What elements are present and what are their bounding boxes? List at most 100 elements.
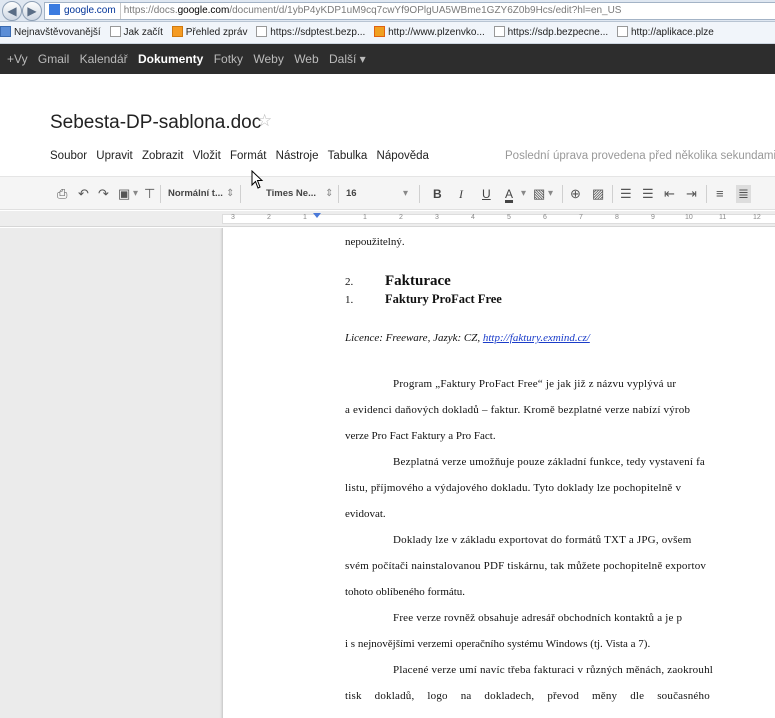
align-left-icon[interactable]: ≡ (716, 185, 724, 203)
menu-bar: Soubor Upravit Zobrazit Vložit Formát Ná… (47, 150, 432, 162)
licence-link[interactable]: http://faktury.exmind.cz/ (483, 332, 590, 344)
text-line: Placené verze umí navíc třeba fakturaci … (393, 664, 714, 676)
docs-favicon-icon (49, 4, 60, 15)
browser-address-bar: ◀ ▶ google.com https://docs.google.com/do… (0, 0, 775, 22)
plzen-icon (374, 26, 386, 37)
document-page[interactable]: nepoužitelný. 2. Fakturace 1. Faktury ProF… (222, 228, 775, 718)
document-canvas: nepoužitelný. 2. Fakturace 1. Faktury ProF… (0, 228, 775, 718)
increase-indent-icon[interactable]: ⇥ (686, 185, 697, 203)
favorite-item[interactable]: https://sdptest.bezp... (256, 22, 365, 43)
text-line: Doklady lze v základu exportovat do form… (393, 534, 692, 546)
italic-button[interactable]: I (459, 185, 463, 203)
chevron-down-icon[interactable]: ▾ (548, 185, 553, 203)
ruler-number: 1 (303, 214, 307, 221)
chevron-down-icon[interactable]: ⇕ (325, 185, 333, 203)
toolbar-divider (706, 185, 707, 203)
link-icon[interactable]: ⊕ (570, 185, 581, 203)
favorite-item[interactable]: Jak začít (109, 22, 163, 43)
gbar-calendar[interactable]: Kalendář (80, 44, 128, 74)
ruler-number: 8 (615, 214, 619, 221)
ruler-number: 10 (685, 214, 693, 221)
text-line: i s nejnovějšími verzemi operačního syst… (345, 638, 651, 650)
align-justify-icon[interactable]: ≣ (736, 185, 751, 203)
text-line: evidovat. (345, 508, 386, 520)
gbar-plus-you[interactable]: +Vy (7, 44, 28, 74)
document-title[interactable]: Sebesta-DP-sablona.doc (50, 112, 261, 134)
gbar-gmail[interactable]: Gmail (38, 44, 69, 74)
image-icon[interactable]: ▨ (592, 185, 604, 203)
underline-button[interactable]: U (482, 185, 491, 203)
toolbar-divider (240, 185, 241, 203)
back-arrow-icon[interactable]: ◀ (2, 1, 22, 21)
url-field[interactable]: google.com https://docs.google.com/docume… (44, 2, 775, 20)
ruler-number: 2 (399, 214, 403, 221)
favorites-bar: Nejnavštěvovanější Jak začít Přehled zpr… (0, 22, 775, 44)
undo-icon[interactable]: ↶ (78, 185, 89, 203)
menu-insert[interactable]: Vložit (190, 150, 224, 162)
licence-line: Licence: Freeware, Jazyk: CZ, http://fak… (345, 332, 590, 344)
ruler: 3 2 1 1 2 3 4 5 6 7 8 9 10 11 12 (0, 211, 775, 227)
bold-button[interactable]: B (433, 185, 442, 203)
menu-file[interactable]: Soubor (47, 150, 90, 162)
ruler-number: 11 (719, 214, 727, 221)
chevron-down-icon[interactable]: ▾ (133, 185, 138, 203)
url-prefix: https://docs. (123, 5, 178, 16)
menu-edit[interactable]: Upravit (93, 150, 135, 162)
gbar-web[interactable]: Web (294, 44, 318, 74)
menu-table[interactable]: Tabulka (325, 150, 371, 162)
style-select[interactable]: Normální t... (168, 185, 223, 203)
print-icon[interactable]: ⎙ (57, 185, 67, 203)
numbered-list-icon[interactable]: ☰ (620, 185, 632, 203)
menu-format[interactable]: Formát (227, 150, 269, 162)
rss-icon (171, 26, 183, 37)
font-select[interactable]: Times Ne... (266, 185, 316, 203)
ruler-number: 1 (363, 214, 367, 221)
gbar-photos[interactable]: Fotky (214, 44, 243, 74)
menu-tools[interactable]: Nástroje (273, 150, 322, 162)
ruler-number: 3 (231, 214, 235, 221)
favorite-item[interactable]: https://sdp.bezpecne... (493, 22, 608, 43)
forward-arrow-icon[interactable]: ▶ (22, 1, 42, 21)
last-edit-status[interactable]: Poslední úprava provedena před několika … (505, 150, 775, 162)
page-icon (493, 26, 505, 37)
favorite-item[interactable]: http://aplikace.plze (616, 22, 714, 43)
ruler-number: 7 (579, 214, 583, 221)
chevron-down-icon[interactable]: ▾ (403, 185, 408, 203)
text-line: Bezplatná verze umožňuje pouze základní … (393, 456, 706, 468)
text-line: nepoužitelný. (345, 236, 405, 248)
indent-marker-icon[interactable] (313, 213, 321, 218)
favorite-item[interactable]: http://www.plzenvko... (374, 22, 485, 43)
ruler-number: 9 (651, 214, 655, 221)
gbar-sites[interactable]: Weby (253, 44, 283, 74)
toolbar-divider (338, 185, 339, 203)
bulleted-list-icon[interactable]: ☰ (642, 185, 654, 203)
redo-icon[interactable]: ↷ (98, 185, 109, 203)
ruler-number: 6 (543, 214, 547, 221)
highlight-color-icon[interactable]: ▧ (533, 185, 545, 203)
text-color-button[interactable]: A (505, 185, 513, 203)
decrease-indent-icon[interactable]: ⇤ (664, 185, 675, 203)
url-path: /document/d/1ybP4yKDP1uM9cq7cwYf9OPlgUA5… (229, 5, 622, 16)
spellcheck-icon[interactable]: ▣ (118, 185, 130, 203)
text-line: svém počítači nainstalovanou PDF tiskárn… (345, 560, 707, 572)
site-identity[interactable]: google.com (49, 3, 121, 19)
ruler-number: 12 (753, 214, 761, 221)
toolbar-divider (160, 185, 161, 203)
menu-view[interactable]: Zobrazit (139, 150, 187, 162)
gbar-documents[interactable]: Dokumenty (138, 44, 203, 74)
ruler-number: 3 (435, 214, 439, 221)
font-size-select[interactable]: 16 (346, 185, 357, 203)
chevron-down-icon[interactable]: ▾ (521, 185, 526, 203)
toolbar-divider (562, 185, 563, 203)
favorite-item[interactable]: Nejnavštěvovanější (0, 22, 101, 43)
paint-format-icon[interactable]: ⊤ (144, 185, 155, 203)
gbar-more[interactable]: Další ▾ (329, 44, 366, 74)
heading-1: 2. Fakturace (345, 273, 451, 289)
chevron-down-icon[interactable]: ⇕ (226, 185, 234, 203)
star-icon[interactable]: ☆ (257, 111, 272, 131)
favorite-item[interactable]: Přehled zpráv (171, 22, 247, 43)
url-host: google.com (177, 5, 230, 16)
text-line: listu, příjmového a výdajového dokladu. … (345, 482, 682, 494)
menu-help[interactable]: Nápověda (374, 150, 432, 162)
page-icon (256, 26, 268, 37)
